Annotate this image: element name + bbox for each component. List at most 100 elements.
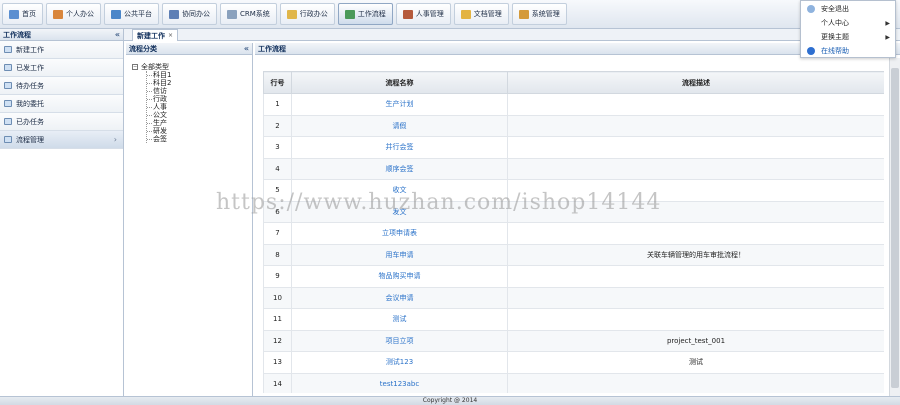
workflow-name-link[interactable]: 项目立项 xyxy=(291,329,508,352)
workflow-name-link[interactable]: 用车申请 xyxy=(291,243,508,266)
row-number: 8 xyxy=(263,243,292,266)
tree-title: 流程分类 xyxy=(129,44,157,53)
nav-tab-label: 协同办公 xyxy=(182,10,210,18)
dropdown-item-2[interactable]: 个人中心 ▶ xyxy=(801,16,895,30)
sidebar-collapse-icon[interactable]: « xyxy=(115,30,120,39)
sidebar-item-1[interactable]: 新建工作 xyxy=(0,41,123,59)
table-row[interactable]: 1 生产计划 xyxy=(263,93,884,116)
user-icon xyxy=(53,9,63,19)
tree-collapse-icon[interactable]: « xyxy=(244,44,249,53)
tab-new-work[interactable]: 新建工作 × xyxy=(132,29,179,41)
nav-tab-4[interactable]: 协同办公 xyxy=(162,3,217,25)
tree-node[interactable]: 信访 xyxy=(147,87,252,95)
table-row[interactable]: 8 用车申请 关联车辆管理的用车审批流程！ xyxy=(263,243,884,266)
column-header-name[interactable]: 流程名称 xyxy=(291,71,508,94)
workflow-name-link[interactable]: test123abc xyxy=(291,372,508,393)
nav-tab-label: CRM系统 xyxy=(240,10,270,18)
close-tab-icon[interactable]: × xyxy=(168,32,173,39)
row-number: 5 xyxy=(263,179,292,202)
workflow-main-pane: 工作流程 行号 流程名称 流程描述 1 生产计划 2 请假 3 并行会签 4 顺序会签 5 收文 6… xyxy=(255,43,900,396)
row-number: 12 xyxy=(263,329,292,352)
sidebar-item-label: 已办任务 xyxy=(16,117,44,126)
nav-tab-3[interactable]: 公共平台 xyxy=(104,3,159,25)
table-row[interactable]: 5 收文 xyxy=(263,179,884,202)
tree-node[interactable]: 科目2 xyxy=(147,79,252,87)
sidebar-item-2[interactable]: 已发工作 xyxy=(0,59,123,77)
workflow-name-link[interactable]: 物品购买申请 xyxy=(291,265,508,288)
row-number: 4 xyxy=(263,157,292,180)
nav-tab-6[interactable]: 行政办公 xyxy=(279,3,335,25)
tree-root[interactable]: − 全部类型 xyxy=(132,63,252,71)
table-row[interactable]: 9 物品购买申请 xyxy=(263,265,884,288)
column-header-desc[interactable]: 流程描述 xyxy=(507,71,884,94)
nav-tab-label: 个人办公 xyxy=(66,10,94,18)
tree-node[interactable]: 科目1 xyxy=(147,71,252,79)
table-row[interactable]: 10 会议申请 xyxy=(263,286,884,309)
tree-node[interactable]: 会签 xyxy=(147,135,252,143)
sidebar-item-label: 我的委托 xyxy=(16,99,44,108)
nav-tab-7[interactable]: 工作流程 xyxy=(337,3,393,25)
workflow-name-link[interactable]: 请假 xyxy=(291,114,508,137)
sidebar-item-5[interactable]: 已办任务 xyxy=(0,113,123,131)
workflow-name-link[interactable]: 生产计划 xyxy=(291,93,508,116)
tree-node[interactable]: 公文 xyxy=(147,111,252,119)
tree-expand-icon[interactable]: − xyxy=(132,64,138,70)
table-row[interactable]: 7 立项申请表 xyxy=(263,222,884,245)
row-number: 1 xyxy=(263,93,292,116)
workflow-description: 关联车辆管理的用车审批流程！ xyxy=(507,243,884,266)
workflow-name-link[interactable]: 顺序会签 xyxy=(291,157,508,180)
list-icon xyxy=(4,64,12,71)
tree-node[interactable]: 研发 xyxy=(147,127,252,135)
table-row[interactable]: 11 测试 xyxy=(263,308,884,331)
table-row[interactable]: 4 顺序会签 xyxy=(263,157,884,180)
workflow-name-link[interactable]: 会议申请 xyxy=(291,286,508,309)
tools-icon xyxy=(344,9,355,19)
workflow-name-link[interactable]: 并行会签 xyxy=(291,136,508,159)
nav-tab-label: 行政办公 xyxy=(299,10,328,18)
row-number: 10 xyxy=(263,286,292,309)
sidebar-item-3[interactable]: 待办任务 xyxy=(0,77,123,95)
sidebar-item-4[interactable]: 我的委托 xyxy=(0,95,123,113)
dropdown-item-1[interactable]: 安全退出 xyxy=(801,2,895,16)
nav-tab-8[interactable]: 人事管理 xyxy=(395,3,451,25)
sidebar-title: 工作流程 xyxy=(3,30,31,39)
workflow-name-link[interactable]: 测试123 xyxy=(291,351,508,374)
sidebar-item-label: 已发工作 xyxy=(16,63,44,72)
scrollbar-thumb[interactable] xyxy=(891,68,899,388)
table-row[interactable]: 6 发文 xyxy=(263,200,884,223)
dropdown-item-3[interactable]: 更换主题 ▶ xyxy=(801,30,895,44)
tree-node[interactable]: 生产 xyxy=(147,119,252,127)
column-header-no[interactable]: 行号 xyxy=(263,71,292,94)
list-icon xyxy=(4,46,12,53)
nav-tab-10[interactable]: 系统管理 xyxy=(511,3,567,25)
sidebar-item-6[interactable]: 流程管理 › xyxy=(0,131,123,149)
workflow-name-link[interactable]: 收文 xyxy=(291,179,508,202)
table-row[interactable]: 3 并行会签 xyxy=(263,136,884,159)
workflow-description xyxy=(507,222,884,245)
table-row[interactable]: 14 test123abc xyxy=(263,372,884,393)
dropdown-item-label: 更换主题 xyxy=(821,33,849,41)
tree-node[interactable]: 行政 xyxy=(147,95,252,103)
document-tabstrip: 新建工作 × xyxy=(124,29,900,41)
workflow-description xyxy=(507,200,884,223)
nav-tab-5[interactable]: CRM系统 xyxy=(220,3,277,25)
sidebar-item-label: 待办任务 xyxy=(16,81,44,90)
submenu-arrow-icon: ▶ xyxy=(885,19,890,27)
table-row[interactable]: 13 测试123 测试 xyxy=(263,351,884,374)
table-row[interactable]: 12 项目立项 project_test_001 xyxy=(263,329,884,352)
nav-tab-2[interactable]: 个人办公 xyxy=(46,3,101,25)
workflow-name-link[interactable]: 测试 xyxy=(291,308,508,331)
table-row[interactable]: 2 请假 xyxy=(263,114,884,137)
workflow-name-link[interactable]: 发文 xyxy=(291,200,508,223)
nav-tab-9[interactable]: 文档管理 xyxy=(453,3,509,25)
tree-node[interactable]: 人事 xyxy=(147,103,252,111)
nav-tab-1[interactable]: 首页 xyxy=(2,3,43,25)
category-tree: − 全部类型 科目1 科目2 信访 行政 人事 公文 生产 研发 会签 xyxy=(126,55,252,143)
nav-tab-label: 人事管理 xyxy=(415,10,444,18)
vertical-scrollbar[interactable] xyxy=(889,58,900,396)
tab-label: 新建工作 xyxy=(137,31,165,40)
footer: Copyright @ 2014 xyxy=(0,396,900,405)
workflow-description xyxy=(507,308,884,331)
workflow-name-link[interactable]: 立项申请表 xyxy=(291,222,508,245)
dropdown-item-4[interactable]: 在线帮助 xyxy=(801,44,895,58)
